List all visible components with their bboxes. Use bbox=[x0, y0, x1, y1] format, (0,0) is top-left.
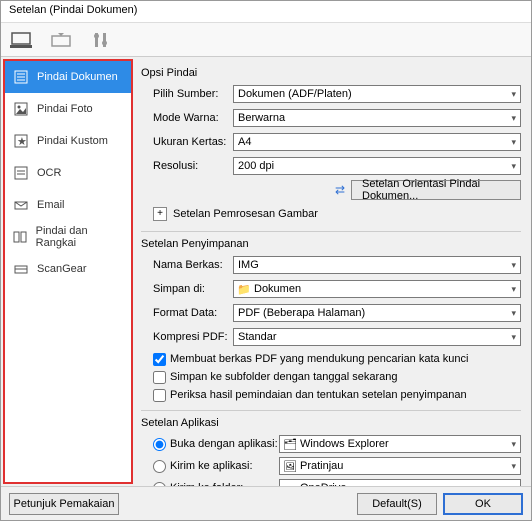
sidebar-item-label: Pindai Foto bbox=[37, 103, 93, 115]
preview-icon: 🖼 bbox=[284, 460, 296, 472]
email-icon bbox=[13, 197, 29, 213]
defaults-button[interactable]: Default(S) bbox=[357, 493, 437, 515]
onedrive-icon: ☁ bbox=[284, 482, 296, 486]
sidebar-item-label: Pindai Kustom bbox=[37, 135, 108, 147]
general-settings-icon[interactable] bbox=[89, 28, 113, 52]
sidebar-item-custom[interactable]: ★ Pindai Kustom bbox=[5, 125, 131, 157]
sidebar-item-label: Email bbox=[37, 199, 65, 211]
processing-label: Setelan Pemrosesan Gambar bbox=[173, 208, 318, 220]
send-folder-select[interactable]: ☁OneDrive bbox=[279, 479, 521, 486]
photo-icon bbox=[13, 101, 29, 117]
resolution-select[interactable]: 200 dpi bbox=[233, 157, 521, 175]
sidebar-item-stitch[interactable]: Pindai dan Rangkai bbox=[5, 221, 131, 253]
sidebar-item-email[interactable]: Email bbox=[5, 189, 131, 221]
format-select[interactable]: PDF (Beberapa Halaman) bbox=[233, 304, 521, 322]
svg-text:★: ★ bbox=[17, 136, 27, 148]
expand-processing-button[interactable]: + bbox=[153, 207, 167, 221]
footer: Petunjuk Pemakaian Default(S) OK bbox=[1, 486, 531, 520]
sidebar-item-label: ScanGear bbox=[37, 263, 87, 275]
sidebar-item-document[interactable]: Pindai Dokumen bbox=[5, 61, 131, 93]
compression-label: Kompresi PDF: bbox=[141, 331, 233, 343]
ok-button[interactable]: OK bbox=[443, 493, 523, 515]
check-results-checkbox[interactable] bbox=[153, 389, 166, 402]
scan-from-computer-icon[interactable] bbox=[9, 28, 33, 52]
swap-icon[interactable]: ⇄ bbox=[335, 183, 345, 197]
document-icon bbox=[13, 69, 29, 85]
open-with-radio[interactable] bbox=[153, 438, 166, 451]
subfolder-checkbox[interactable] bbox=[153, 371, 166, 384]
window-title: Setelan (Pindai Dokumen) bbox=[9, 4, 137, 16]
custom-icon: ★ bbox=[13, 133, 29, 149]
sidebar-item-photo[interactable]: Pindai Foto bbox=[5, 93, 131, 125]
pdf-search-checkbox[interactable] bbox=[153, 353, 166, 366]
filename-select[interactable]: IMG bbox=[233, 256, 521, 274]
format-label: Format Data: bbox=[141, 307, 233, 319]
save-settings-title: Setelan Penyimpanan bbox=[141, 238, 521, 250]
color-select[interactable]: Berwarna bbox=[233, 109, 521, 127]
paper-label: Ukuran Kertas: bbox=[141, 136, 233, 148]
resolution-label: Resolusi: bbox=[141, 160, 233, 172]
savein-label: Simpan di: bbox=[141, 283, 233, 295]
savein-select[interactable]: 📁Dokumen bbox=[233, 280, 521, 298]
sidebar-item-ocr[interactable]: OCR bbox=[5, 157, 131, 189]
main-panel: Opsi Pindai Pilih Sumber:Dokumen (ADF/Pl… bbox=[135, 57, 531, 486]
dialog-window: Setelan (Pindai Dokumen) Pindai Dokumen … bbox=[0, 0, 532, 521]
subfolder-label: Simpan ke subfolder dengan tanggal sekar… bbox=[170, 371, 398, 383]
compression-select[interactable]: Standar bbox=[233, 328, 521, 346]
app-settings-title: Setelan Aplikasi bbox=[141, 417, 521, 429]
source-label: Pilih Sumber: bbox=[141, 88, 233, 100]
folder-icon: 📁 bbox=[238, 283, 250, 295]
ocr-icon bbox=[13, 165, 29, 181]
sidebar-item-label: Pindai Dokumen bbox=[37, 71, 118, 83]
sidebar-item-scangear[interactable]: ScanGear bbox=[5, 253, 131, 285]
check-results-label: Periksa hasil pemindaian dan tentukan se… bbox=[170, 389, 467, 401]
send-app-radio[interactable] bbox=[153, 460, 166, 473]
sidebar-item-label: Pindai dan Rangkai bbox=[36, 225, 123, 249]
scangear-icon bbox=[13, 261, 29, 277]
stitch-icon bbox=[13, 229, 28, 245]
open-with-select[interactable]: 🗂Windows Explorer bbox=[279, 435, 521, 453]
paper-select[interactable]: A4 bbox=[233, 133, 521, 151]
instructions-button[interactable]: Petunjuk Pemakaian bbox=[9, 493, 119, 515]
filename-label: Nama Berkas: bbox=[141, 259, 233, 271]
send-app-select[interactable]: 🖼Pratinjau bbox=[279, 457, 521, 475]
color-label: Mode Warna: bbox=[141, 112, 233, 124]
explorer-icon: 🗂 bbox=[284, 438, 296, 450]
orientation-settings-button[interactable]: Setelan Orientasi Pindai Dokumen... bbox=[351, 180, 521, 200]
sidebar: Pindai Dokumen Pindai Foto ★ Pindai Kust… bbox=[3, 59, 133, 484]
titlebar: Setelan (Pindai Dokumen) bbox=[1, 1, 531, 23]
sidebar-item-label: OCR bbox=[37, 167, 61, 179]
pdf-search-label: Membuat berkas PDF yang mendukung pencar… bbox=[170, 353, 468, 365]
scan-from-panel-icon[interactable] bbox=[49, 28, 73, 52]
toolbar bbox=[1, 23, 531, 57]
source-select[interactable]: Dokumen (ADF/Platen) bbox=[233, 85, 521, 103]
scan-options-title: Opsi Pindai bbox=[141, 67, 521, 79]
